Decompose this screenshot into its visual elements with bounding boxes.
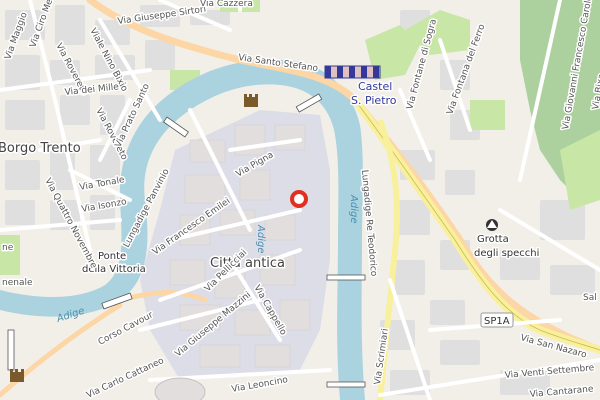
- cave-icon: [486, 219, 498, 231]
- castle-icon: [244, 94, 258, 107]
- road-shield-sp1a: SP1A: [480, 312, 514, 328]
- location-marker-icon[interactable]: [290, 190, 308, 208]
- water-label-adige-right: Adige: [255, 224, 266, 253]
- road-shield-label: SP1A: [484, 316, 510, 327]
- poi-grotta-line1: Grotta: [477, 234, 509, 245]
- street-salita: Sal: [583, 293, 597, 303]
- west-garden: [0, 235, 20, 275]
- poi-grotta-line2: degli specchi: [474, 248, 539, 259]
- poi-castel-line1: Castel: [358, 80, 392, 93]
- map-canvas[interactable]: Città antica Borgo Trento Castel S. Piet…: [0, 0, 600, 400]
- street-ne: ne: [2, 243, 14, 253]
- district-borgo-trento: Borgo Trento: [0, 141, 81, 156]
- garden-east: [470, 100, 505, 130]
- street-cazzera: Via Cazzera: [200, 0, 253, 9]
- map-view[interactable]: Città antica Borgo Trento Castel S. Piet…: [0, 0, 600, 400]
- poi-castel-line2: S. Pietro: [351, 94, 397, 107]
- street-nenale: nenale: [2, 278, 33, 288]
- water-label-adige-center: Adige: [348, 194, 359, 223]
- castle-icon-southwest: [10, 369, 24, 382]
- poi-ponte-line1: Ponte: [98, 251, 126, 262]
